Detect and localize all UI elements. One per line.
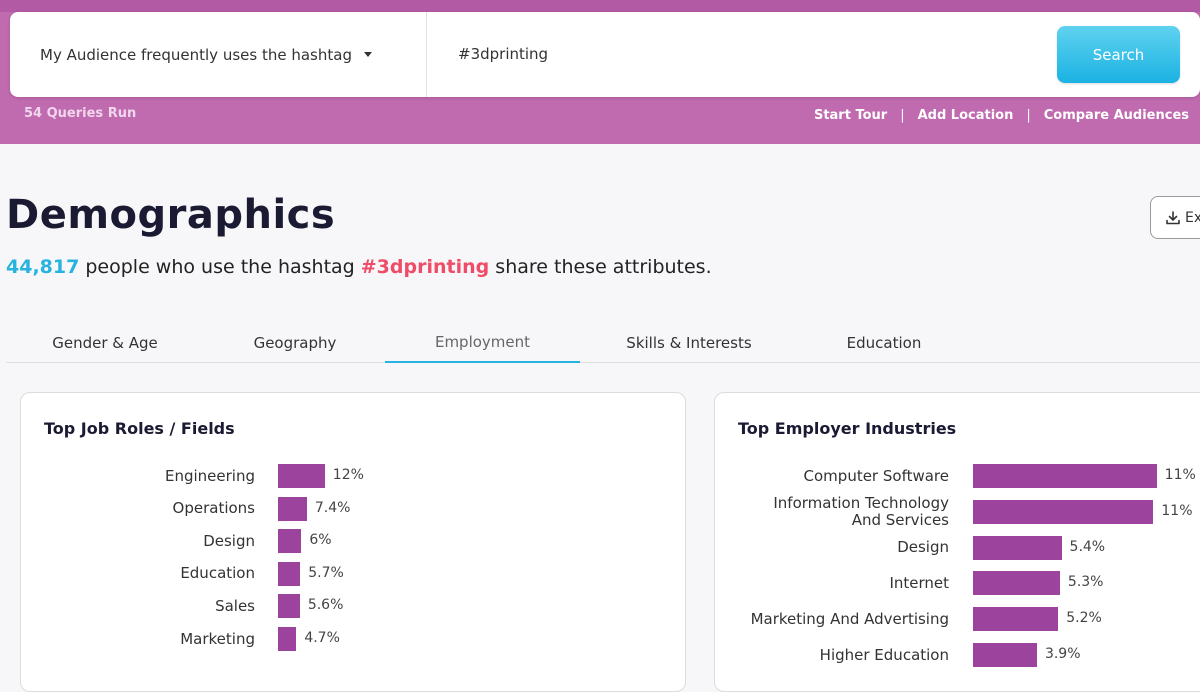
bar-value: 7.4% <box>314 499 351 516</box>
job-roles-card: Top Job Roles / Fields Engineering 12% Ope… <box>20 392 686 692</box>
start-tour-link[interactable]: Start Tour <box>814 108 887 123</box>
bar-value: 5.4% <box>1069 538 1106 555</box>
tab-geography[interactable]: Geography <box>196 322 394 363</box>
bar <box>278 529 302 554</box>
bar-label: Marketing And Advertising <box>750 609 949 628</box>
bar-value: 11% <box>1161 502 1193 519</box>
bar-label: Design <box>897 538 949 557</box>
bar-value: 11% <box>1164 467 1196 483</box>
bar-label: Computer Software <box>803 466 949 485</box>
compare-audiences-link[interactable]: Compare Audiences <box>1044 108 1189 123</box>
bar-label: Higher Education <box>819 645 949 664</box>
bar <box>973 535 1062 560</box>
bar-value: 5.2% <box>1066 610 1102 627</box>
bar-value: 5.3% <box>1067 574 1104 591</box>
query-type-label: My Audience frequently uses the hashtag <box>40 45 352 64</box>
bar-value: 5.6% <box>307 597 344 614</box>
header-strip <box>0 0 1200 12</box>
bar <box>278 627 297 651</box>
summary-hashtag: #3dprinting <box>360 256 490 278</box>
header-links: Start Tour | Add Location | Compare Audi… <box>814 108 1189 123</box>
page-title: Demographics <box>6 192 336 238</box>
search-divider <box>426 12 427 97</box>
card-title: Top Employer Industries <box>738 419 957 438</box>
add-location-link[interactable]: Add Location <box>918 108 1014 123</box>
chevron-down-icon <box>363 52 372 57</box>
bar-value: 5.7% <box>308 564 344 581</box>
bar-label: Education <box>180 564 255 583</box>
header-band: My Audience frequently uses the hashtag … <box>0 0 1200 144</box>
bar <box>973 643 1037 667</box>
audience-count: 44,817 <box>6 256 80 278</box>
tab-skills-interests[interactable]: Skills & Interests <box>590 322 788 363</box>
search-bar: My Audience frequently uses the hashtag … <box>10 12 1200 97</box>
bar-label: Sales <box>215 596 255 615</box>
download-icon <box>1166 210 1180 224</box>
summary-text: people who use the hashtag <box>79 256 361 278</box>
bar-label: Internet <box>889 573 949 592</box>
tab-gender-age[interactable]: Gender & Age <box>6 322 204 363</box>
bar-value: 3.9% <box>1044 646 1081 662</box>
summary-text-end: share these attributes. <box>489 256 712 278</box>
bar-label: Design <box>203 531 255 550</box>
bar <box>973 607 1059 632</box>
bar <box>278 561 301 586</box>
bar <box>973 464 1157 488</box>
bar <box>278 464 325 488</box>
bar <box>278 594 300 619</box>
bar-label: Engineering <box>165 466 255 485</box>
search-button[interactable]: Search <box>1057 26 1180 83</box>
audience-summary: 44,817 people who use the hashtag #3dpri… <box>6 256 712 278</box>
bar-value: 12% <box>332 467 364 483</box>
tab-education[interactable]: Education <box>786 322 982 363</box>
tab-employment[interactable]: Employment <box>385 322 580 363</box>
bar-label: Operations <box>172 499 255 518</box>
bar <box>973 571 1060 596</box>
queries-run-count: 54 Queries Run <box>24 106 137 121</box>
hashtag-input[interactable] <box>458 38 1018 70</box>
bar <box>278 496 307 521</box>
card-title: Top Job Roles / Fields <box>44 419 235 438</box>
export-button[interactable]: Export <box>1150 196 1200 239</box>
query-type-dropdown[interactable]: My Audience frequently uses the hashtag <box>40 12 372 97</box>
demographics-tabs: Gender & Age Geography Employment Skills… <box>6 322 1200 363</box>
link-separator: | <box>1026 108 1031 123</box>
bar-value: 6% <box>309 532 332 549</box>
link-separator: | <box>900 108 905 123</box>
employer-industries-card: Top Employer Industries Computer Softwar… <box>714 392 1200 692</box>
bar-value: 4.7% <box>304 630 340 646</box>
bar <box>973 499 1154 524</box>
export-label: Export <box>1185 209 1200 226</box>
bar-label: Information Technology And Services <box>773 493 949 529</box>
bar-label: Marketing <box>180 629 255 648</box>
